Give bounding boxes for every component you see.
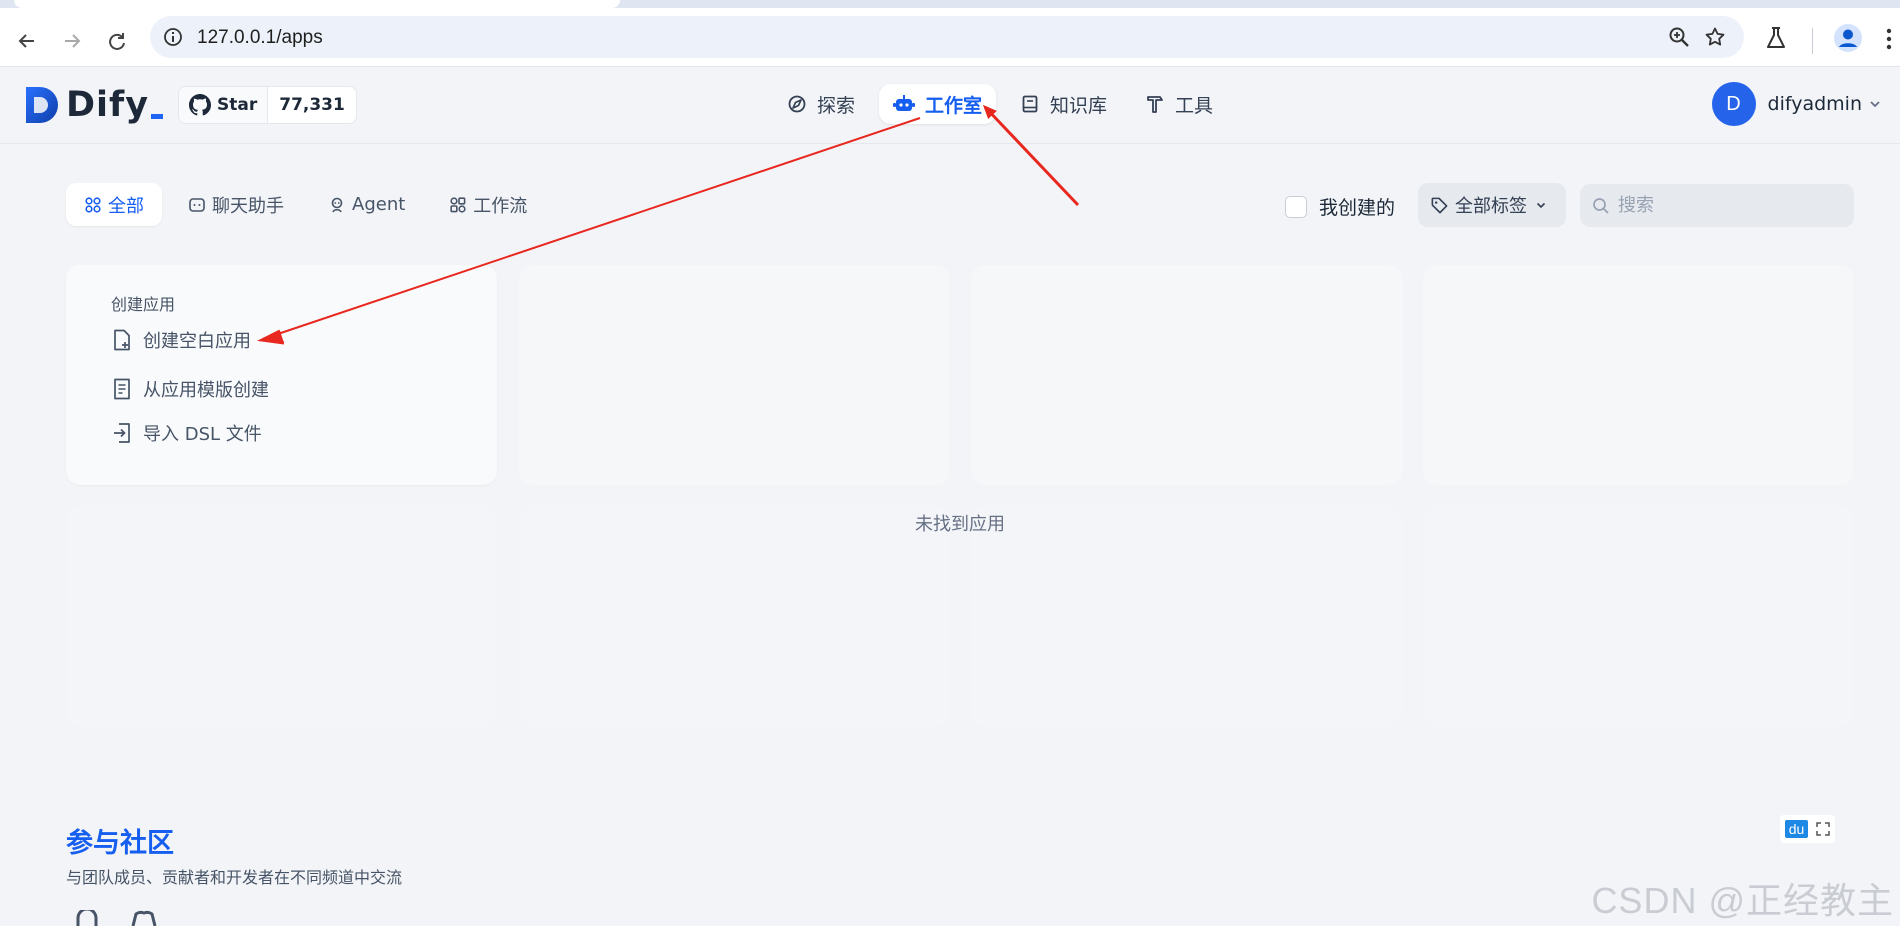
tab-workflow-label: 工作流 xyxy=(473,195,528,217)
create-app-card: 创建应用 创建空白应用 从应用模版创建 导入 DSL 文件 xyxy=(66,265,497,485)
github-star-button[interactable]: Star 77,331 xyxy=(178,86,357,124)
profile-icon[interactable] xyxy=(1833,23,1863,57)
tab-chat-assistant[interactable]: 聊天助手 xyxy=(170,183,302,226)
agent-icon xyxy=(331,197,343,212)
url-text[interactable]: 127.0.0.1/apps xyxy=(197,27,323,49)
created-by-me-label: 我创建的 xyxy=(1319,197,1396,219)
workflow-icon xyxy=(450,196,466,213)
tag-icon xyxy=(1431,197,1448,213)
floating-toolbar[interactable]: du xyxy=(1780,815,1835,843)
tab-chat-assistant-label: 聊天助手 xyxy=(212,195,284,217)
reload-button[interactable] xyxy=(102,26,132,56)
import-dsl-button[interactable]: 导入 DSL 文件 xyxy=(111,420,262,446)
create-blank-app-button[interactable]: 创建空白应用 xyxy=(111,327,251,353)
github-icon xyxy=(189,94,211,116)
toolbar-divider xyxy=(1812,28,1813,54)
explore-icon xyxy=(788,95,806,113)
nav-tools[interactable]: 工具 xyxy=(1131,84,1227,124)
tab-workflow[interactable]: 工作流 xyxy=(431,183,545,226)
tab-all[interactable]: 全部 xyxy=(66,183,162,226)
template-icon xyxy=(114,378,130,400)
discord-link-icon[interactable] xyxy=(130,910,158,926)
dify-logo[interactable]: Dify xyxy=(24,85,164,125)
social-links xyxy=(74,910,158,926)
import-icon xyxy=(114,423,130,443)
nav-studio-label: 工作室 xyxy=(925,94,983,117)
watermark: CSDN @正经教主 xyxy=(1591,880,1894,921)
tab-agent[interactable]: Agent xyxy=(310,183,423,226)
app-type-tabs: 全部 聊天助手 Agent 工作流 xyxy=(66,183,545,226)
grid-icon xyxy=(85,196,101,213)
search-icon xyxy=(1593,197,1609,214)
create-from-template-label: 从应用模版创建 xyxy=(143,380,269,401)
chevron-down-icon[interactable] xyxy=(1868,97,1882,111)
browser-toolbar: 127.0.0.1/apps xyxy=(0,8,1900,67)
chat-icon xyxy=(189,197,205,212)
forward-button[interactable] xyxy=(57,26,87,56)
app-card-placeholder xyxy=(1423,506,1854,726)
forward-arrow-icon xyxy=(65,34,81,48)
app-card-placeholder xyxy=(66,506,497,726)
tag-filter-dropdown[interactable]: 全部标签 xyxy=(1418,183,1566,227)
du-badge[interactable]: du xyxy=(1784,820,1809,838)
username[interactable]: difyadmin xyxy=(1768,93,1862,115)
created-by-me-toggle[interactable]: 我创建的 xyxy=(1285,193,1395,220)
nav-tools-label: 工具 xyxy=(1175,94,1214,117)
nav-studio[interactable]: 工作室 xyxy=(879,84,997,124)
search-input[interactable] xyxy=(1616,194,1840,217)
bookmark-star-icon[interactable] xyxy=(1704,26,1726,52)
github-star-label-wrap[interactable]: Star xyxy=(179,87,269,123)
back-button[interactable] xyxy=(12,26,42,56)
search-box[interactable] xyxy=(1580,184,1854,227)
zoom-icon[interactable] xyxy=(1668,26,1690,52)
main-nav: 探索 工作室 知识库 工具 xyxy=(773,84,1227,124)
address-bar[interactable]: 127.0.0.1/apps xyxy=(150,16,1744,58)
tab-all-label: 全部 xyxy=(108,195,144,217)
tab-strip xyxy=(0,0,1900,8)
hammer-icon xyxy=(1147,96,1163,113)
menu-kebab-icon[interactable] xyxy=(1886,28,1892,54)
github-star-count[interactable]: 77,331 xyxy=(268,87,356,123)
tab-agent-label: Agent xyxy=(352,194,406,215)
labs-icon[interactable] xyxy=(1765,26,1787,54)
app-card-placeholder xyxy=(971,265,1402,485)
dify-logo-icon xyxy=(26,87,58,123)
app-card-placeholder xyxy=(1423,265,1854,485)
tag-filter-label: 全部标签 xyxy=(1455,196,1527,217)
blank-app-icon xyxy=(114,329,130,351)
active-tab[interactable] xyxy=(14,0,620,8)
nav-explore-label: 探索 xyxy=(817,94,856,117)
site-info-icon[interactable] xyxy=(163,27,183,51)
back-arrow-icon xyxy=(18,34,34,48)
app-card-placeholder xyxy=(519,265,950,485)
app-card-placeholder xyxy=(971,506,1402,726)
create-blank-app-label: 创建空白应用 xyxy=(143,331,251,352)
app-header: Dify Star 77,331 探索 工作室 知识库 工具 D difyadm… xyxy=(0,67,1900,144)
robot-icon xyxy=(893,95,916,111)
fullscreen-icon[interactable] xyxy=(1816,822,1831,836)
user-menu[interactable]: D difyadmin xyxy=(1711,82,1882,126)
avatar[interactable]: D xyxy=(1711,82,1756,126)
chevron-down-icon xyxy=(1536,202,1546,209)
nav-knowledge-label: 知识库 xyxy=(1050,94,1108,117)
logo-text: Dify xyxy=(66,85,150,125)
community-description: 与团队成员、贡献者和开发者在不同频道中交流 xyxy=(66,868,403,887)
app-card-placeholder xyxy=(519,506,950,726)
created-by-me-checkbox[interactable] xyxy=(1285,195,1307,218)
empty-state-message: 未找到应用 xyxy=(915,514,1005,535)
reload-icon xyxy=(109,33,125,50)
book-icon xyxy=(1022,95,1038,113)
nav-knowledge[interactable]: 知识库 xyxy=(1006,84,1121,124)
community-title: 参与社区 xyxy=(66,828,174,859)
github-link-icon[interactable] xyxy=(74,910,100,926)
create-from-template-button[interactable]: 从应用模版创建 xyxy=(111,376,269,402)
github-star-label: Star xyxy=(217,95,258,115)
nav-explore[interactable]: 探索 xyxy=(773,84,869,124)
logo-cursor xyxy=(151,113,164,119)
create-app-title: 创建应用 xyxy=(111,295,176,314)
import-dsl-label: 导入 DSL 文件 xyxy=(143,424,262,445)
